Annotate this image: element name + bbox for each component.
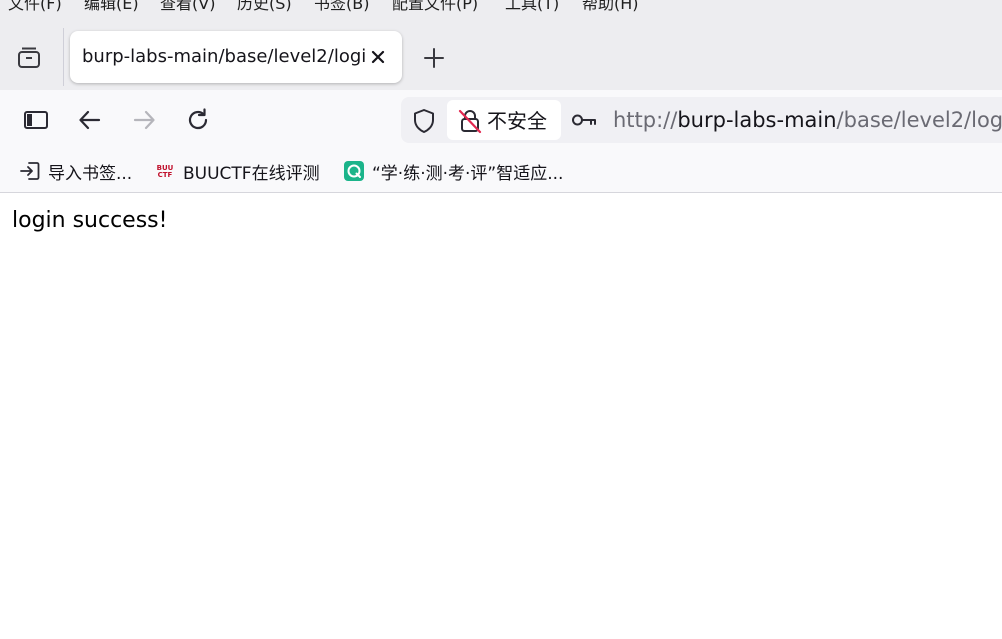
url-text[interactable]: http://burp-labs-main/base/level2/login	[613, 107, 1002, 133]
bookmark-label: BUUCTF在线评测	[183, 163, 320, 184]
reload-icon[interactable]	[182, 104, 214, 136]
bookmark-app[interactable]: “学·练·测·考·评”智适应...	[343, 159, 564, 184]
arrow-right-icon[interactable]	[128, 104, 160, 136]
tab-separator	[63, 28, 64, 86]
close-icon[interactable]	[366, 45, 390, 69]
plus-icon[interactable]	[420, 44, 448, 72]
page-content: login success!	[0, 193, 1002, 639]
bookmark-label: “学·练·测·考·评”智适应...	[372, 163, 564, 184]
tab-title: burp-labs-main/base/level2/login	[82, 46, 366, 67]
app-icon	[343, 160, 365, 182]
bookmarks-toolbar: 导入书签... BUU CTF BUUCTF在线评测 “学·练·测·考·评”智适…	[0, 150, 1002, 193]
import-icon	[19, 160, 41, 182]
insecure-lock-icon	[458, 109, 482, 134]
tab-active[interactable]: burp-labs-main/base/level2/login	[70, 31, 402, 83]
bookmark-label: 导入书签...	[48, 163, 133, 184]
url-path: /base/level2/login	[836, 108, 1002, 132]
url-bar[interactable]: 不安全 http://burp-labs-main/base/level2/lo…	[401, 97, 1002, 143]
url-scheme: http://	[613, 108, 678, 132]
tab-overview-icon[interactable]	[14, 43, 44, 73]
bookmark-buuctf[interactable]: BUU CTF BUUCTF在线评测	[154, 159, 320, 184]
menu-bookmarks[interactable]: 书签(B)	[314, 0, 369, 14]
buuctf-icon: BUU CTF	[154, 160, 176, 182]
nav-toolbar: 不安全 http://burp-labs-main/base/level2/lo…	[0, 90, 1002, 150]
menu-history[interactable]: 历史(S)	[237, 0, 292, 14]
page-message: login success!	[12, 208, 168, 233]
key-icon[interactable]	[571, 110, 597, 130]
connection-insecure-button[interactable]: 不安全	[447, 100, 561, 140]
menu-edit[interactable]: 编辑(E)	[84, 0, 139, 14]
shield-icon[interactable]	[411, 108, 437, 134]
menu-tools[interactable]: 工具(T)	[505, 0, 559, 14]
menu-bar: 文件(F) 编辑(E) 查看(V) 历史(S) 书签(B) 配置文件(P) 工具…	[0, 0, 1002, 24]
arrow-left-icon[interactable]	[74, 104, 106, 136]
security-label: 不安全	[487, 109, 547, 133]
bookmark-import[interactable]: 导入书签...	[19, 159, 133, 184]
menu-profiles[interactable]: 配置文件(P)	[392, 0, 478, 14]
menu-help[interactable]: 帮助(H)	[582, 0, 639, 14]
menu-file[interactable]: 文件(F)	[8, 0, 62, 14]
tab-strip: burp-labs-main/base/level2/login	[0, 24, 1002, 90]
sidebar-icon[interactable]	[20, 104, 52, 136]
menu-view[interactable]: 查看(V)	[160, 0, 215, 14]
svg-text:CTF: CTF	[158, 171, 173, 179]
url-host: burp-labs-main	[677, 108, 837, 132]
